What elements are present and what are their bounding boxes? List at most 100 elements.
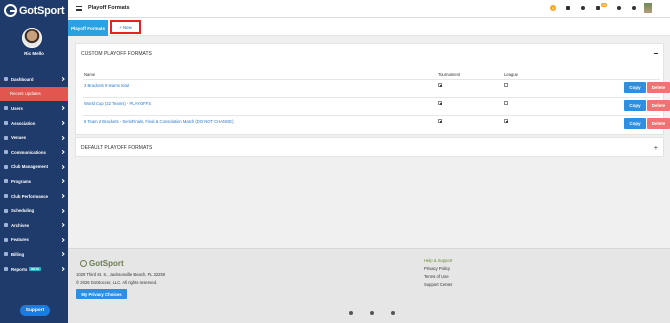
chevron-right-icon	[60, 77, 65, 82]
panel-title: DEFAULT PLAYOFF FORMATS	[81, 145, 153, 151]
my-privacy-choices-button[interactable]: My Privacy Choices	[76, 289, 127, 299]
league-checkbox[interactable]	[504, 119, 508, 123]
sidebar-item-archives[interactable]: Archives	[0, 218, 68, 233]
sidebar-item-recent-updates[interactable]: Recent Updates	[0, 86, 68, 102]
expand-plus-icon[interactable]: +	[654, 145, 658, 152]
programs-icon	[4, 179, 8, 184]
chevron-right-icon	[60, 106, 65, 111]
footer-link-privacy-policy[interactable]: Privacy Policy	[424, 266, 450, 271]
user-menu-icon[interactable]	[631, 5, 637, 11]
copy-button[interactable]: Copy	[624, 82, 646, 93]
delete-button[interactable]: Delete	[647, 100, 670, 111]
hamburger-menu-icon[interactable]	[76, 6, 82, 11]
playoff-format-link[interactable]: World Cup (32 Teams) - PLAYOFFS	[84, 101, 151, 106]
sidebar-item-club-performance[interactable]: Club Performance	[0, 189, 68, 204]
column-header-tournament: Tournament	[438, 72, 461, 77]
avatar[interactable]	[22, 28, 42, 48]
sidebar-item-users[interactable]: Users	[0, 101, 68, 116]
sidebar-item-billing[interactable]: Billing	[0, 247, 68, 262]
tab-bar: Playoff Formats + New	[68, 18, 670, 36]
default-playoff-formats-panel[interactable]: DEFAULT PLAYOFF FORMATS +	[75, 137, 664, 157]
footer-logo[interactable]: GotSport	[80, 259, 124, 268]
chat-glyph	[617, 6, 621, 10]
logo-text: GotSport	[19, 4, 65, 17]
chevron-right-icon	[60, 135, 65, 140]
billing-icon	[4, 252, 8, 257]
table-row: 6 Team 2 Brackets - SemiFinals, Final & …	[83, 115, 670, 132]
sidebar-item-dashboard[interactable]: Dashboard	[0, 72, 68, 87]
tournament-checkbox[interactable]	[438, 119, 442, 123]
sidebar-item-reports[interactable]: Reports BETA	[0, 262, 68, 277]
tournament-checkbox[interactable]	[438, 101, 442, 105]
footer-logo-text: GotSport	[89, 259, 124, 268]
sidebar-item-association[interactable]: Association	[0, 116, 68, 131]
footer-link-help-support[interactable]: Help & Support	[424, 258, 452, 263]
sidebar-item-communications[interactable]: Communications	[0, 145, 68, 160]
bell-glyph	[581, 6, 585, 10]
playoff-format-link[interactable]: 6 Team 2 Brackets - SemiFinals, Final & …	[84, 119, 233, 124]
archives-icon	[4, 223, 8, 228]
chevron-right-icon	[60, 237, 65, 242]
notifications-icon[interactable]	[580, 5, 586, 11]
delete-button[interactable]: Delete	[647, 82, 670, 93]
grid-glyph	[566, 6, 570, 10]
sidebar-item-label: Features	[11, 237, 29, 243]
league-checkbox[interactable]	[504, 101, 508, 105]
sidebar-item-label: Dashboard	[11, 76, 34, 82]
table-row: 3 Brackets 9 teams total Copy Delete	[83, 79, 670, 96]
chevron-right-icon	[60, 179, 65, 184]
sidebar-item-label: Scheduling	[11, 208, 35, 214]
sidebar-item-label: Archives	[11, 222, 30, 228]
chevron-right-icon	[60, 193, 65, 199]
sidebar-nav: Dashboard Recent Updates Users Associati…	[0, 72, 68, 276]
communications-icon	[4, 150, 8, 155]
sidebar: GotSport Ric Mello Dashboard Recent Upda…	[0, 0, 68, 323]
association-icon	[4, 121, 8, 126]
sidebar-item-club-management[interactable]: Club Management	[0, 160, 68, 175]
reports-icon	[4, 267, 8, 272]
playoff-format-link[interactable]: 3 Brackets 9 teams total	[84, 83, 129, 88]
chat-icon[interactable]	[616, 5, 622, 11]
facebook-icon[interactable]	[349, 311, 353, 315]
user-photo[interactable]	[644, 3, 652, 13]
table-row: World Cup (32 Teams) - PLAYOFFS Copy Del…	[83, 97, 670, 114]
gotsport-logo[interactable]: GotSport	[4, 4, 65, 17]
instagram-icon[interactable]	[370, 311, 374, 315]
header-bar: Playoff Formats ? 18	[68, 0, 670, 18]
gotsport-logo-icon	[4, 4, 17, 17]
footer: GotSport 1029 Third St. S., Jacksonville…	[68, 248, 670, 323]
league-checkbox[interactable]	[504, 83, 508, 87]
copy-button[interactable]: Copy	[624, 118, 646, 129]
sidebar-item-features[interactable]: Features	[0, 233, 68, 248]
venues-icon	[4, 135, 8, 140]
new-playoff-format-button[interactable]: + New	[110, 20, 141, 34]
mail-icon[interactable]: 18	[595, 3, 607, 11]
sidebar-item-scheduling[interactable]: Scheduling	[0, 203, 68, 218]
copy-button[interactable]: Copy	[624, 100, 646, 111]
sidebar-item-label: Recent Updates	[10, 91, 41, 97]
chevron-right-icon	[60, 164, 65, 169]
footer-link-terms-of-use[interactable]: Terms of Use	[424, 274, 449, 279]
user-glyph	[632, 6, 636, 10]
grid-icon[interactable]	[565, 5, 571, 11]
sidebar-item-label: Association	[11, 120, 36, 126]
delete-button[interactable]: Delete	[647, 118, 670, 129]
tab-playoff-formats[interactable]: Playoff Formats	[68, 20, 108, 36]
support-button[interactable]: Support	[20, 305, 50, 316]
custom-playoff-formats-panel: CUSTOM PLAYOFF FORMATS Name Tournament L…	[75, 43, 670, 135]
gotsport-logo-icon	[80, 260, 87, 267]
column-header-league: League	[504, 72, 518, 77]
sidebar-item-label: Users	[11, 105, 23, 111]
help-icon[interactable]: ?	[550, 5, 556, 11]
sidebar-item-label: Programs	[11, 178, 32, 184]
footer-link-support-center[interactable]: Support Center	[424, 282, 452, 287]
twitter-icon[interactable]	[391, 311, 395, 315]
tournament-checkbox[interactable]	[438, 83, 442, 87]
user-name: Ric Mello	[24, 51, 44, 56]
dashboard-icon	[4, 77, 8, 82]
sidebar-item-venues[interactable]: Venues	[0, 130, 68, 145]
sidebar-item-label: Club Management	[11, 164, 49, 170]
social-links	[349, 311, 395, 315]
collapse-icon[interactable]	[654, 53, 658, 54]
sidebar-item-programs[interactable]: Programs	[0, 174, 68, 189]
